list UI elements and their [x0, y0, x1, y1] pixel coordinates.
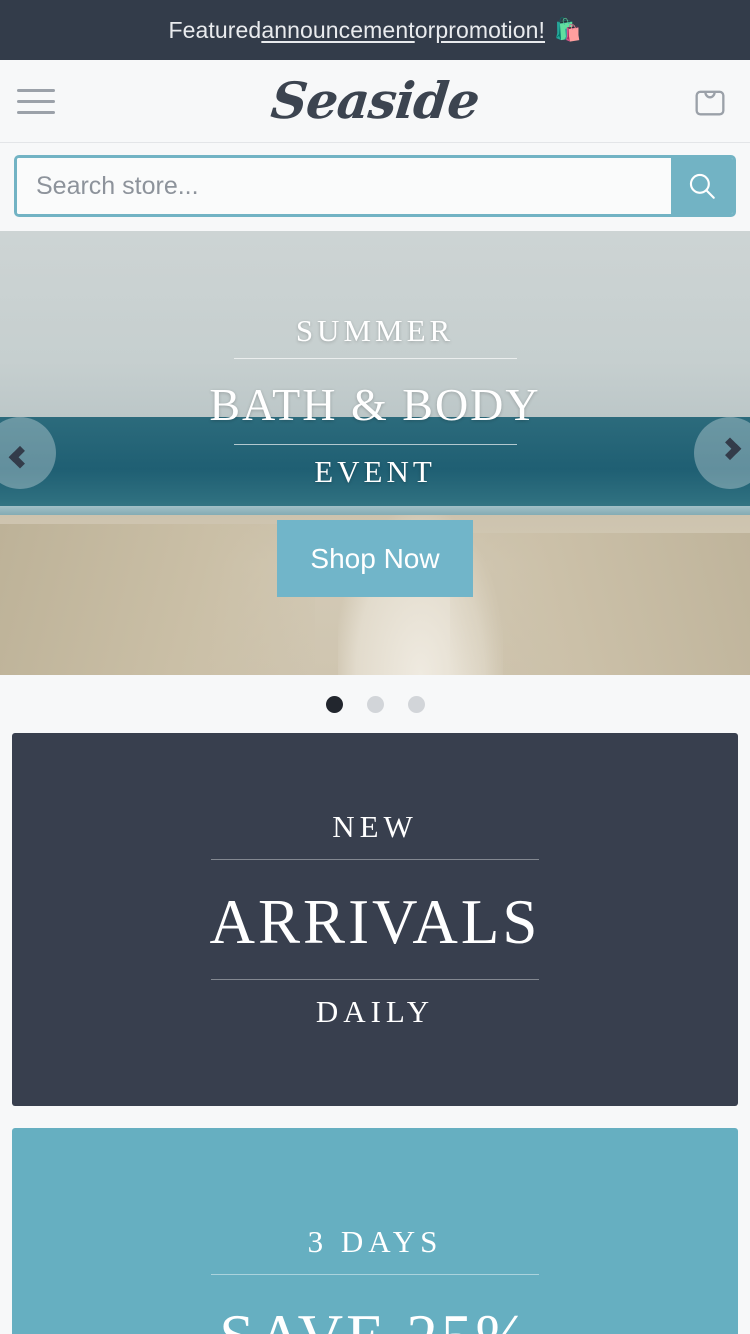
promo-title: ARRIVALS	[209, 887, 541, 957]
carousel-dots	[0, 675, 750, 733]
search-input[interactable]	[17, 158, 671, 214]
hero-eyebrow: SUMMER	[295, 313, 455, 348]
search-bar	[14, 155, 736, 217]
chevron-right-icon	[718, 437, 742, 461]
site-header: Seaside	[0, 60, 750, 143]
shopping-bag-icon[interactable]	[690, 81, 730, 121]
promo-block-save[interactable]: 3 DAYS SAVE 25%	[12, 1128, 738, 1334]
site-logo[interactable]: Seaside	[0, 71, 750, 130]
promo-eyebrow: NEW	[332, 809, 418, 844]
chevron-left-icon	[8, 445, 32, 469]
promo-divider-top	[211, 1274, 539, 1275]
promo-block-new-arrivals[interactable]: NEW ARRIVALS DAILY	[12, 733, 738, 1106]
hero-content: SUMMER BATH & BODY EVENT Shop Now	[0, 231, 750, 675]
announcement-link[interactable]: announcement	[261, 17, 414, 44]
promo-eyebrow: 3 DAYS	[307, 1224, 443, 1259]
promo-title: SAVE 25%	[219, 1289, 531, 1334]
search-section	[0, 143, 750, 231]
search-submit-button[interactable]	[671, 158, 733, 214]
hero-divider-bottom	[233, 444, 517, 445]
promo-divider-bottom	[211, 979, 539, 980]
hero-divider-top	[233, 358, 517, 359]
promotion-link[interactable]: promotion!	[435, 17, 545, 44]
hero-title: BATH & BODY	[209, 379, 541, 430]
hero-carousel: SUMMER BATH & BODY EVENT Shop Now	[0, 231, 750, 675]
shop-now-button[interactable]: Shop Now	[277, 520, 473, 597]
carousel-dot-1[interactable]	[325, 695, 343, 713]
carousel-dot-3[interactable]	[407, 695, 425, 713]
announcement-middle: or	[414, 16, 436, 43]
carousel-dot-2[interactable]	[366, 695, 384, 713]
promo-subtitle: DAILY	[315, 994, 435, 1029]
promo-divider-top	[211, 859, 539, 860]
announcement-bar: Featured announcement or promotion! 🛍️	[0, 0, 750, 60]
promo-blocks: NEW ARRIVALS DAILY 3 DAYS SAVE 25%	[0, 733, 750, 1334]
hero-subtitle: EVENT	[314, 454, 436, 489]
shopping-bags-emoji-icon: 🛍️	[554, 17, 582, 42]
announcement-prefix: Featured	[168, 16, 262, 43]
